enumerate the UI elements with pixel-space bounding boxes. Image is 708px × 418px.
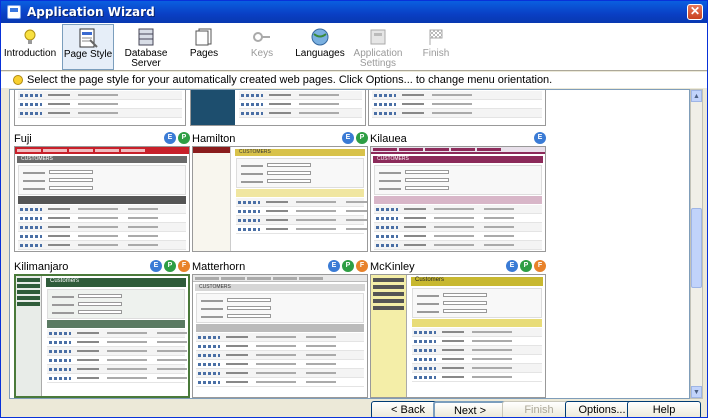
- step-keys[interactable]: Keys: [236, 24, 288, 70]
- badge-p-icon: P: [164, 260, 176, 272]
- badge-e-icon: E: [164, 132, 176, 144]
- style-preview: CUSTOMERS: [370, 146, 546, 252]
- close-icon: ✕: [689, 4, 701, 18]
- badge-f-icon: F: [178, 260, 190, 272]
- step-label: Introduction: [3, 48, 57, 59]
- app-icon: [7, 5, 21, 19]
- step-label: Application Settings: [353, 48, 403, 69]
- preview-header: CUSTOMERS: [373, 156, 543, 163]
- keys-icon: [251, 27, 273, 47]
- scrollbar-thumb[interactable]: [691, 208, 702, 288]
- badge-f-icon: F: [534, 260, 546, 272]
- style-card-fuji[interactable]: Fuji EP CUSTOMERS: [14, 131, 190, 252]
- style-name: McKinley: [370, 260, 415, 273]
- style-name: Fuji: [14, 132, 32, 145]
- close-button[interactable]: ✕: [687, 4, 703, 20]
- help-button[interactable]: Help: [627, 401, 701, 417]
- step-label: Finish: [422, 48, 450, 59]
- preview-header: CUSTOMERS: [195, 284, 365, 291]
- next-button[interactable]: Next >: [433, 401, 507, 417]
- step-database-server[interactable]: Database Server: [120, 24, 172, 70]
- style-preview-partial[interactable]: [368, 90, 546, 126]
- preview-header: Customers: [411, 277, 543, 286]
- style-name: Matterhorn: [192, 260, 246, 273]
- badge-e-icon: E: [506, 260, 518, 272]
- scroll-up-arrow-icon[interactable]: ▲: [691, 90, 702, 102]
- step-application-settings[interactable]: Application Settings: [352, 24, 404, 70]
- preview-header: CUSTOMERS: [235, 149, 365, 156]
- style-preview: Customers: [14, 274, 190, 398]
- pages-icon: [193, 27, 215, 47]
- hint-text: Select the page style for your automatic…: [27, 74, 553, 86]
- step-label: Keys: [250, 48, 274, 59]
- database-icon: [135, 27, 157, 47]
- page-style-icon: [77, 28, 99, 48]
- badge-p-icon: P: [520, 260, 532, 272]
- lightbulb-icon: [19, 27, 41, 47]
- style-preview: Customers: [370, 274, 546, 398]
- badge-p-icon: P: [356, 132, 368, 144]
- finish-flag-icon: [425, 27, 447, 47]
- settings-icon: [367, 27, 389, 47]
- style-card-kilimanjaro[interactable]: Kilimanjaro EPF Customers: [14, 259, 190, 398]
- step-label: Database Server: [124, 48, 168, 69]
- badge-f-icon: F: [356, 260, 368, 272]
- style-preview: CUSTOMERS: [192, 274, 368, 398]
- wizard-steps-toolbar: Introduction Page Style Database Server …: [1, 23, 707, 71]
- step-languages[interactable]: Languages: [294, 24, 346, 70]
- application-wizard-window: Application Wizard ✕ Introduction Page S…: [0, 0, 708, 418]
- style-name: Hamilton: [192, 132, 236, 145]
- step-label: Languages: [295, 48, 345, 59]
- style-gallery[interactable]: Fuji EP CUSTOMERS Hamilton EP CUSTOMERS: [9, 89, 690, 399]
- style-name: Kilauea: [370, 132, 407, 145]
- style-preview: CUSTOMERS: [192, 146, 368, 252]
- step-label: Pages: [189, 48, 219, 59]
- badge-e-icon: E: [534, 132, 546, 144]
- style-preview-partial[interactable]: [190, 90, 366, 126]
- wizard-buttons: < Back Next > Finish Options... Help: [1, 399, 707, 417]
- style-preview: CUSTOMERS: [14, 146, 190, 252]
- scroll-down-arrow-icon[interactable]: ▼: [691, 386, 702, 398]
- step-introduction[interactable]: Introduction: [4, 24, 56, 70]
- globe-icon: [309, 27, 331, 47]
- badge-e-icon: E: [342, 132, 354, 144]
- style-preview-partial[interactable]: [14, 90, 186, 126]
- hint-bar: Select the page style for your automatic…: [1, 72, 707, 88]
- badge-e-icon: E: [150, 260, 162, 272]
- style-card-matterhorn[interactable]: Matterhorn EPF CUSTOMERS: [192, 259, 368, 398]
- step-finish[interactable]: Finish: [410, 24, 462, 70]
- hint-lightbulb-icon: [13, 75, 23, 85]
- badge-p-icon: P: [178, 132, 190, 144]
- step-pages[interactable]: Pages: [178, 24, 230, 70]
- style-card-hamilton[interactable]: Hamilton EP CUSTOMERS: [192, 131, 368, 252]
- preview-header: CUSTOMERS: [17, 156, 187, 163]
- badge-p-icon: P: [342, 260, 354, 272]
- style-name: Kilimanjaro: [14, 260, 69, 273]
- window-title: Application Wizard: [27, 5, 155, 19]
- gallery-scrollbar[interactable]: ▲ ▼: [690, 89, 703, 399]
- title-bar[interactable]: Application Wizard ✕: [1, 1, 707, 23]
- preview-header: Customers: [46, 278, 186, 287]
- badge-e-icon: E: [328, 260, 340, 272]
- style-card-kilauea[interactable]: Kilauea E CUSTOMERS: [370, 131, 546, 252]
- step-label: Page Style: [63, 49, 113, 60]
- style-card-mckinley[interactable]: McKinley EPF Customers: [370, 259, 546, 398]
- step-page-style[interactable]: Page Style: [62, 24, 114, 70]
